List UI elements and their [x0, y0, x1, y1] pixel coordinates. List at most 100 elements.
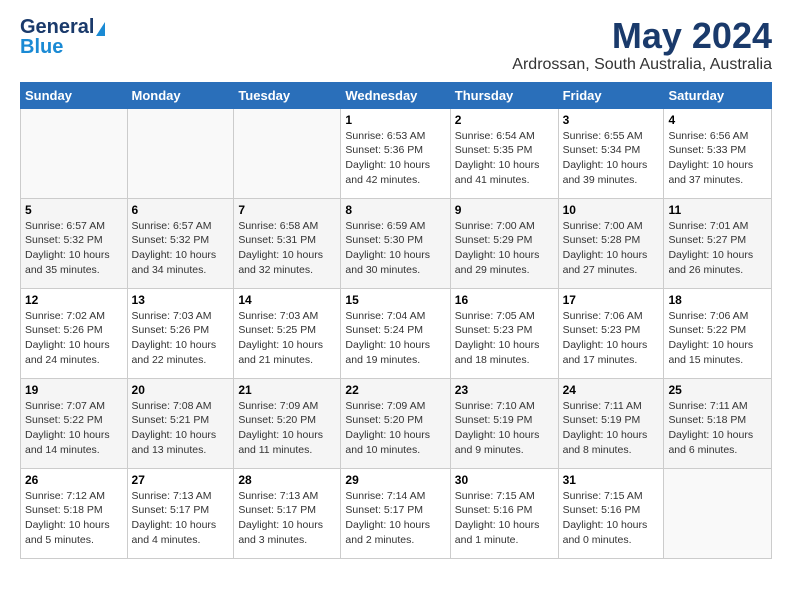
- day-info: Sunrise: 7:06 AMSunset: 5:23 PMDaylight:…: [563, 309, 660, 368]
- title-block: May 2024 Ardrossan, South Australia, Aus…: [512, 16, 772, 74]
- day-info: Sunrise: 7:03 AMSunset: 5:26 PMDaylight:…: [132, 309, 230, 368]
- day-number: 23: [455, 383, 554, 397]
- day-number: 27: [132, 473, 230, 487]
- header-sunday: Sunday: [21, 82, 128, 108]
- day-info: Sunrise: 7:14 AMSunset: 5:17 PMDaylight:…: [345, 489, 445, 548]
- calendar-cell: 16 Sunrise: 7:05 AMSunset: 5:23 PMDayligh…: [450, 288, 558, 378]
- day-number: 6: [132, 203, 230, 217]
- day-info: Sunrise: 7:13 AMSunset: 5:17 PMDaylight:…: [238, 489, 336, 548]
- calendar-cell: 14 Sunrise: 7:03 AMSunset: 5:25 PMDayligh…: [234, 288, 341, 378]
- calendar-table: SundayMondayTuesdayWednesdayThursdayFrid…: [20, 82, 772, 559]
- day-number: 13: [132, 293, 230, 307]
- month-year-title: May 2024: [512, 16, 772, 56]
- calendar-cell: 7 Sunrise: 6:58 AMSunset: 5:31 PMDaylight…: [234, 198, 341, 288]
- day-number: 9: [455, 203, 554, 217]
- day-number: 30: [455, 473, 554, 487]
- day-number: 8: [345, 203, 445, 217]
- day-number: 5: [25, 203, 123, 217]
- calendar-cell: [127, 108, 234, 198]
- calendar-cell: 29 Sunrise: 7:14 AMSunset: 5:17 PMDayligh…: [341, 468, 450, 558]
- header-thursday: Thursday: [450, 82, 558, 108]
- calendar-cell: 24Sunrise: 7:11 AMSunset: 5:19 PMDayligh…: [558, 378, 664, 468]
- logo: General Blue: [20, 16, 105, 59]
- calendar-cell: 23 Sunrise: 7:10 AMSunset: 5:19 PMDayligh…: [450, 378, 558, 468]
- calendar-cell: [234, 108, 341, 198]
- week-row-5: 26 Sunrise: 7:12 AMSunset: 5:18 PMDayligh…: [21, 468, 772, 558]
- day-info: Sunrise: 6:59 AMSunset: 5:30 PMDaylight:…: [345, 219, 445, 278]
- calendar-header-row: SundayMondayTuesdayWednesdayThursdayFrid…: [21, 82, 772, 108]
- day-number: 28: [238, 473, 336, 487]
- header-monday: Monday: [127, 82, 234, 108]
- day-info: Sunrise: 6:57 AMSunset: 5:32 PMDaylight:…: [132, 219, 230, 278]
- day-number: 25: [668, 383, 767, 397]
- day-info: Sunrise: 7:06 AMSunset: 5:22 PMDaylight:…: [668, 309, 767, 368]
- day-number: 4: [668, 113, 767, 127]
- day-info: Sunrise: 6:55 AMSunset: 5:34 PMDaylight:…: [563, 129, 660, 188]
- day-info: Sunrise: 7:03 AMSunset: 5:25 PMDaylight:…: [238, 309, 336, 368]
- day-number: 31: [563, 473, 660, 487]
- calendar-cell: 28 Sunrise: 7:13 AMSunset: 5:17 PMDayligh…: [234, 468, 341, 558]
- day-info: Sunrise: 7:05 AMSunset: 5:23 PMDaylight:…: [455, 309, 554, 368]
- calendar-cell: 22Sunrise: 7:09 AMSunset: 5:20 PMDayligh…: [341, 378, 450, 468]
- day-info: Sunrise: 7:01 AMSunset: 5:27 PMDaylight:…: [668, 219, 767, 278]
- calendar-cell: 27 Sunrise: 7:13 AMSunset: 5:17 PMDayligh…: [127, 468, 234, 558]
- logo-blue-text: Blue: [20, 36, 63, 59]
- day-info: Sunrise: 6:53 AMSunset: 5:36 PMDaylight:…: [345, 129, 445, 188]
- day-number: 12: [25, 293, 123, 307]
- day-info: Sunrise: 6:58 AMSunset: 5:31 PMDaylight:…: [238, 219, 336, 278]
- day-number: 3: [563, 113, 660, 127]
- day-info: Sunrise: 7:13 AMSunset: 5:17 PMDaylight:…: [132, 489, 230, 548]
- day-number: 17: [563, 293, 660, 307]
- logo-triangle-icon: [96, 22, 105, 36]
- day-number: 1: [345, 113, 445, 127]
- day-info: Sunrise: 6:57 AMSunset: 5:32 PMDaylight:…: [25, 219, 123, 278]
- page-header: General Blue May 2024 Ardrossan, South A…: [20, 16, 772, 74]
- day-number: 14: [238, 293, 336, 307]
- calendar-cell: 5 Sunrise: 6:57 AMSunset: 5:32 PMDaylight…: [21, 198, 128, 288]
- calendar-cell: [21, 108, 128, 198]
- day-info: Sunrise: 7:11 AMSunset: 5:18 PMDaylight:…: [668, 399, 767, 458]
- day-number: 2: [455, 113, 554, 127]
- day-info: Sunrise: 7:15 AMSunset: 5:16 PMDaylight:…: [455, 489, 554, 548]
- week-row-1: 1 Sunrise: 6:53 AMSunset: 5:36 PMDaylight…: [21, 108, 772, 198]
- calendar-cell: 6 Sunrise: 6:57 AMSunset: 5:32 PMDaylight…: [127, 198, 234, 288]
- calendar-cell: 10Sunrise: 7:00 AMSunset: 5:28 PMDayligh…: [558, 198, 664, 288]
- day-number: 18: [668, 293, 767, 307]
- day-number: 16: [455, 293, 554, 307]
- day-info: Sunrise: 7:07 AMSunset: 5:22 PMDaylight:…: [25, 399, 123, 458]
- calendar-cell: 12Sunrise: 7:02 AMSunset: 5:26 PMDayligh…: [21, 288, 128, 378]
- day-number: 29: [345, 473, 445, 487]
- day-number: 20: [132, 383, 230, 397]
- day-info: Sunrise: 7:15 AMSunset: 5:16 PMDaylight:…: [563, 489, 660, 548]
- day-info: Sunrise: 6:54 AMSunset: 5:35 PMDaylight:…: [455, 129, 554, 188]
- calendar-cell: 1 Sunrise: 6:53 AMSunset: 5:36 PMDaylight…: [341, 108, 450, 198]
- header-friday: Friday: [558, 82, 664, 108]
- calendar-cell: 31 Sunrise: 7:15 AMSunset: 5:16 PMDayligh…: [558, 468, 664, 558]
- day-number: 7: [238, 203, 336, 217]
- day-info: Sunrise: 7:08 AMSunset: 5:21 PMDaylight:…: [132, 399, 230, 458]
- day-number: 26: [25, 473, 123, 487]
- day-number: 19: [25, 383, 123, 397]
- header-wednesday: Wednesday: [341, 82, 450, 108]
- calendar-cell: 3 Sunrise: 6:55 AMSunset: 5:34 PMDaylight…: [558, 108, 664, 198]
- day-number: 15: [345, 293, 445, 307]
- calendar-cell: 30 Sunrise: 7:15 AMSunset: 5:16 PMDayligh…: [450, 468, 558, 558]
- calendar-cell: 20 Sunrise: 7:08 AMSunset: 5:21 PMDayligh…: [127, 378, 234, 468]
- calendar-cell: 9 Sunrise: 7:00 AMSunset: 5:29 PMDaylight…: [450, 198, 558, 288]
- day-info: Sunrise: 7:00 AMSunset: 5:29 PMDaylight:…: [455, 219, 554, 278]
- header-tuesday: Tuesday: [234, 82, 341, 108]
- calendar-cell: 13 Sunrise: 7:03 AMSunset: 5:26 PMDayligh…: [127, 288, 234, 378]
- day-number: 10: [563, 203, 660, 217]
- calendar-cell: [664, 468, 772, 558]
- day-info: Sunrise: 7:09 AMSunset: 5:20 PMDaylight:…: [238, 399, 336, 458]
- day-info: Sunrise: 6:56 AMSunset: 5:33 PMDaylight:…: [668, 129, 767, 188]
- calendar-cell: 19 Sunrise: 7:07 AMSunset: 5:22 PMDayligh…: [21, 378, 128, 468]
- calendar-cell: 26 Sunrise: 7:12 AMSunset: 5:18 PMDayligh…: [21, 468, 128, 558]
- calendar-cell: 2 Sunrise: 6:54 AMSunset: 5:35 PMDaylight…: [450, 108, 558, 198]
- calendar-cell: 15Sunrise: 7:04 AMSunset: 5:24 PMDayligh…: [341, 288, 450, 378]
- calendar-cell: 17 Sunrise: 7:06 AMSunset: 5:23 PMDayligh…: [558, 288, 664, 378]
- day-number: 11: [668, 203, 767, 217]
- day-info: Sunrise: 7:12 AMSunset: 5:18 PMDaylight:…: [25, 489, 123, 548]
- calendar-cell: 8 Sunrise: 6:59 AMSunset: 5:30 PMDaylight…: [341, 198, 450, 288]
- day-info: Sunrise: 7:10 AMSunset: 5:19 PMDaylight:…: [455, 399, 554, 458]
